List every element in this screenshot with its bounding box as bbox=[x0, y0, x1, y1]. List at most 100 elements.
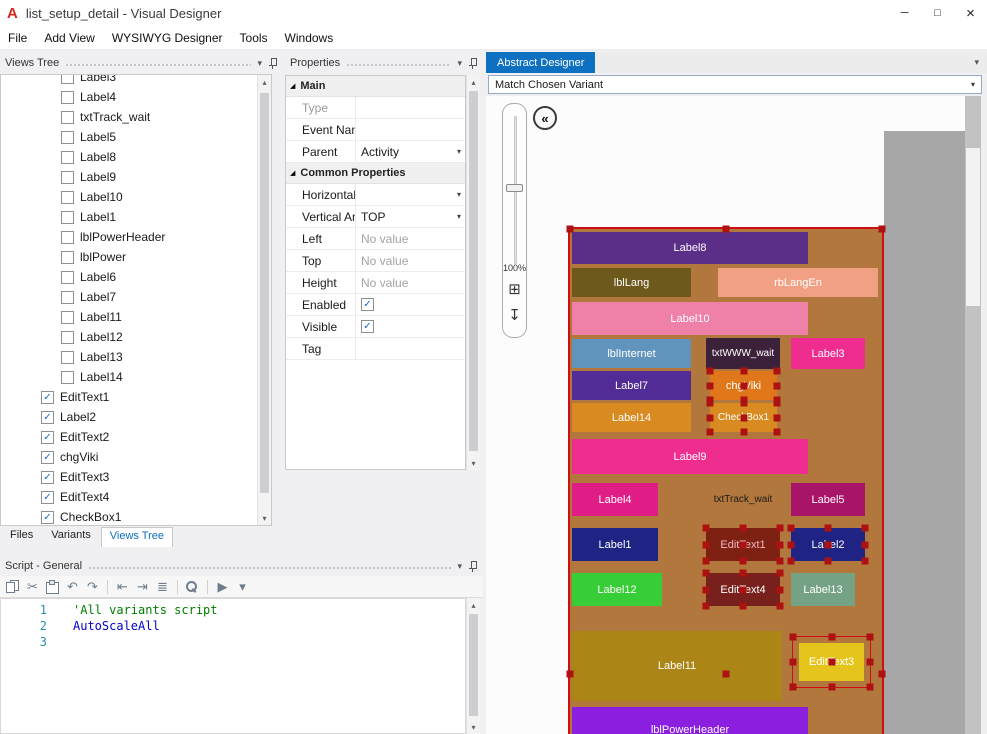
selection-handle[interactable] bbox=[739, 586, 747, 593]
property-category-main[interactable]: ◢ Main bbox=[286, 76, 465, 97]
tab-views-tree[interactable]: Views Tree bbox=[100, 527, 173, 547]
variant-selector[interactable]: Match Chosen Variant ▾ bbox=[488, 75, 982, 94]
selection-handle[interactable] bbox=[739, 602, 747, 610]
widget-label7[interactable]: Label7 bbox=[572, 371, 691, 400]
selection-handle[interactable] bbox=[776, 569, 784, 577]
outdent-icon[interactable]: ⇤ bbox=[116, 579, 129, 595]
pin-icon[interactable] bbox=[268, 57, 278, 70]
property-row-vertical-anc[interactable]: Vertical Anc TOP ▾ bbox=[286, 206, 465, 228]
checkbox[interactable] bbox=[61, 90, 74, 104]
script-scrollbar[interactable]: ▴ ▾ bbox=[466, 598, 480, 734]
tree-item-label3[interactable]: Label3 bbox=[1, 75, 271, 87]
selection-handle[interactable] bbox=[866, 683, 874, 691]
selection-handle[interactable] bbox=[702, 541, 710, 548]
checkbox[interactable] bbox=[61, 350, 74, 364]
selection-handle[interactable] bbox=[776, 586, 784, 593]
property-value[interactable] bbox=[356, 119, 465, 140]
tab-abstract-designer[interactable]: Abstract Designer bbox=[486, 52, 596, 73]
widget-edittext1[interactable]: EditText1 bbox=[702, 524, 784, 565]
widget-label4[interactable]: Label4 bbox=[572, 483, 658, 516]
tree-item-label11[interactable]: Label11 bbox=[1, 307, 271, 327]
checkbox[interactable] bbox=[61, 130, 74, 144]
selection-handle[interactable] bbox=[702, 557, 710, 565]
selection-handle[interactable] bbox=[739, 524, 747, 532]
selection-handle[interactable] bbox=[706, 367, 714, 375]
tree-item-edittext2[interactable]: ✓ EditText2 bbox=[1, 427, 271, 447]
paste-icon[interactable] bbox=[46, 579, 59, 594]
widget-label14[interactable]: Label14 bbox=[572, 403, 691, 432]
widget-lbllang[interactable]: lblLang bbox=[572, 268, 691, 297]
scroll-up-icon[interactable]: ▴ bbox=[467, 75, 480, 89]
scroll-up-icon[interactable]: ▴ bbox=[258, 75, 271, 89]
search-icon[interactable] bbox=[186, 580, 199, 593]
selection-handle[interactable] bbox=[787, 557, 795, 565]
property-row-top[interactable]: Top No value bbox=[286, 250, 465, 272]
property-category-common-properties[interactable]: ◢ Common Properties bbox=[286, 163, 465, 184]
tree-item-label2[interactable]: ✓ Label2 bbox=[1, 407, 271, 427]
script-line[interactable]: 3 bbox=[1, 635, 465, 651]
checkbox[interactable] bbox=[61, 310, 74, 324]
checkbox[interactable] bbox=[61, 210, 74, 224]
checkbox[interactable]: ✓ bbox=[41, 490, 54, 504]
selection-handle[interactable] bbox=[824, 557, 832, 565]
checkbox[interactable] bbox=[61, 270, 74, 284]
selection-handle[interactable] bbox=[706, 414, 714, 421]
checkbox[interactable]: ✓ bbox=[41, 470, 54, 484]
chevron-down-icon[interactable]: ▾ bbox=[457, 147, 461, 156]
selection-handle[interactable] bbox=[722, 225, 730, 233]
chevron-down-icon[interactable]: ▾ bbox=[457, 212, 461, 221]
indent-icon[interactable]: ⇥ bbox=[136, 579, 149, 595]
script-line[interactable]: 2 AutoScaleAll bbox=[1, 619, 465, 635]
selection-handle[interactable] bbox=[740, 367, 747, 375]
tree-item-txttrack-wait[interactable]: txtTrack_wait bbox=[1, 107, 271, 127]
checkbox[interactable] bbox=[61, 250, 74, 264]
selection-handle[interactable] bbox=[828, 633, 835, 641]
format-icon[interactable]: ≣ bbox=[156, 579, 169, 595]
properties-scrollbar[interactable]: ▴ ▾ bbox=[466, 75, 480, 470]
tree-item-label4[interactable]: Label4 bbox=[1, 87, 271, 107]
tree-item-label9[interactable]: Label9 bbox=[1, 167, 271, 187]
tree-item-edittext3[interactable]: ✓ EditText3 bbox=[1, 467, 271, 487]
menu-file[interactable]: File bbox=[8, 31, 27, 45]
selection-handle[interactable] bbox=[739, 541, 747, 548]
fit-to-screen-icon[interactable]: ⊞ bbox=[503, 280, 526, 298]
tree-item-edittext1[interactable]: ✓ EditText1 bbox=[1, 387, 271, 407]
property-row-left[interactable]: Left No value bbox=[286, 228, 465, 250]
selection-handle[interactable] bbox=[566, 670, 574, 678]
tree-item-edittext4[interactable]: ✓ EditText4 bbox=[1, 487, 271, 507]
checkbox[interactable] bbox=[61, 75, 74, 84]
selection-handle[interactable] bbox=[773, 428, 781, 436]
property-row-visible[interactable]: Visible ✓ bbox=[286, 316, 465, 338]
chevron-down-icon[interactable]: ▾ bbox=[974, 57, 979, 68]
selection-handle[interactable] bbox=[861, 541, 869, 548]
selection-handle[interactable] bbox=[787, 524, 795, 532]
checkbox[interactable]: ✓ bbox=[41, 510, 54, 524]
scroll-thumb[interactable] bbox=[469, 614, 478, 716]
selection-handle[interactable] bbox=[773, 414, 781, 421]
chevron-down-icon[interactable]: ▾ bbox=[257, 58, 262, 69]
property-value[interactable] bbox=[356, 97, 465, 118]
selection-handle[interactable] bbox=[773, 399, 781, 407]
tree-item-label13[interactable]: Label13 bbox=[1, 347, 271, 367]
selection-handle[interactable] bbox=[776, 602, 784, 610]
widget-chgviki[interactable]: chgViki bbox=[706, 367, 781, 404]
panel-menu-icon[interactable]: ▾ bbox=[236, 579, 249, 595]
selection-handle[interactable] bbox=[828, 683, 835, 691]
export-icon[interactable]: ↧ bbox=[503, 306, 526, 324]
chevron-down-icon[interactable]: ▾ bbox=[457, 58, 462, 69]
pin-icon[interactable] bbox=[468, 57, 478, 70]
views-tree-scrollbar[interactable]: ▴ ▾ bbox=[257, 75, 271, 525]
undo-icon[interactable]: ↶ bbox=[66, 579, 79, 595]
selection-handle[interactable] bbox=[861, 524, 869, 532]
run-icon[interactable]: ▶ bbox=[216, 579, 229, 595]
checkbox[interactable]: ✓ bbox=[41, 430, 54, 444]
selection-handle[interactable] bbox=[866, 633, 874, 641]
menu-windows[interactable]: Windows bbox=[285, 31, 334, 45]
property-row-parent[interactable]: Parent Activity ▾ bbox=[286, 141, 465, 163]
widget-rblangen[interactable]: rbLangEn bbox=[718, 268, 878, 297]
collapse-panel-button[interactable]: « bbox=[533, 106, 557, 130]
property-value[interactable]: No value bbox=[356, 272, 465, 293]
widget-label12[interactable]: Label12 bbox=[572, 573, 662, 606]
chevron-down-icon[interactable]: ▾ bbox=[457, 561, 462, 572]
property-value[interactable]: TOP ▾ bbox=[356, 206, 465, 227]
